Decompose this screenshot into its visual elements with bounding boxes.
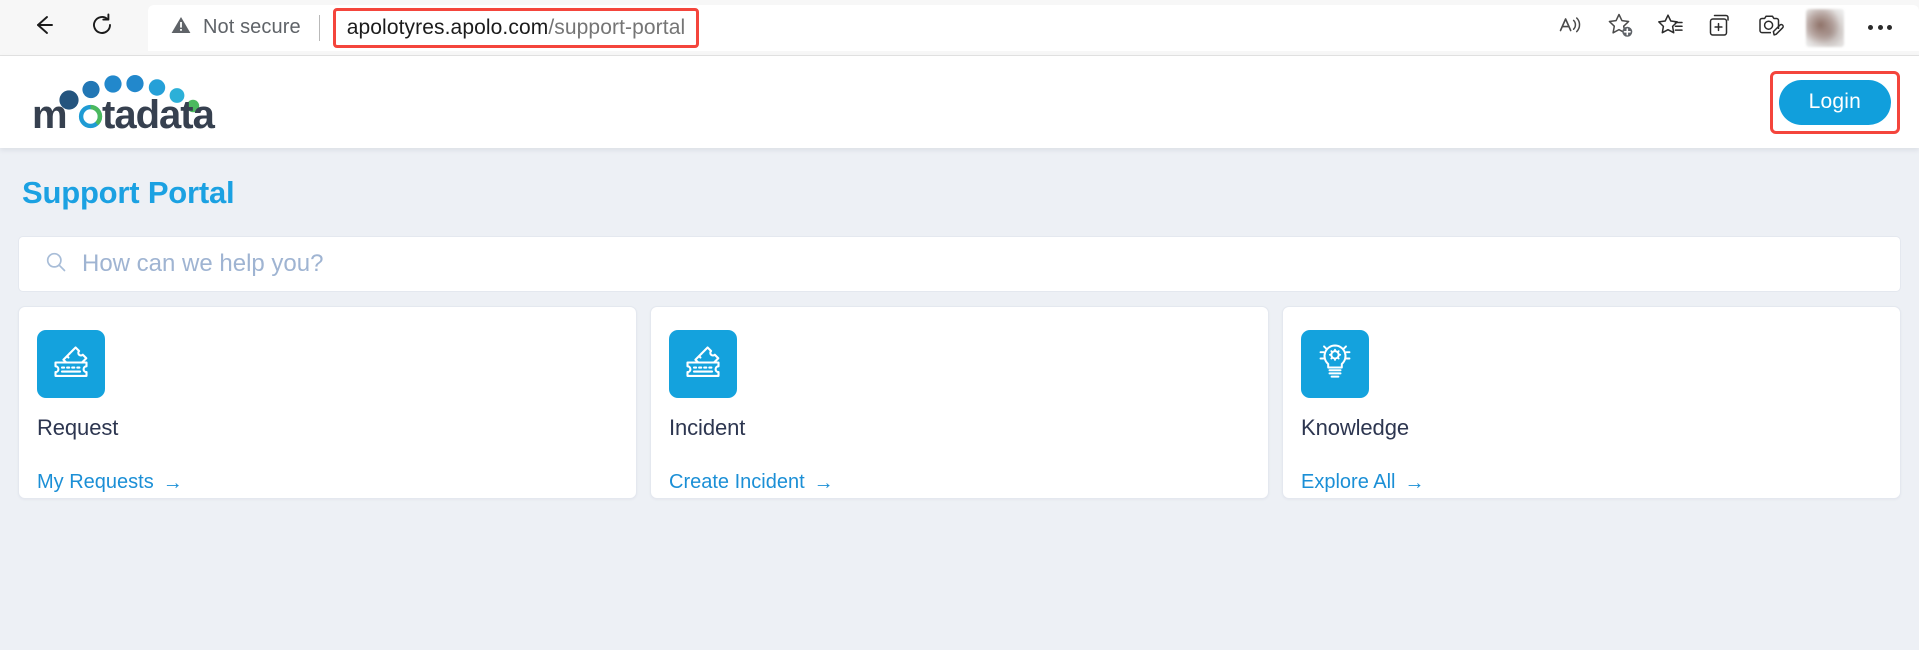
svg-text:tadata: tadata xyxy=(102,93,216,134)
card-title: Knowledge xyxy=(1301,415,1409,440)
card-link-explore-all[interactable]: Explore All → xyxy=(1301,471,1425,494)
arrow-right-icon: → xyxy=(1404,471,1425,494)
browser-toolbar: Not secure apolotyres.apolo.com/support-… xyxy=(0,0,1919,56)
search-input[interactable] xyxy=(82,237,1900,291)
favorites-icon xyxy=(1656,11,1685,45)
favorites-button[interactable] xyxy=(1647,5,1693,51)
site-security-indicator[interactable]: Not secure xyxy=(170,14,301,41)
settings-and-more-icon xyxy=(1868,25,1892,30)
arrow-right-icon: → xyxy=(162,471,183,494)
request-icon-tile xyxy=(37,330,105,398)
url-path: /support-portal xyxy=(548,15,686,39)
reload-button[interactable] xyxy=(80,6,124,50)
card-title: Incident xyxy=(669,415,746,440)
collections-button[interactable] xyxy=(1697,5,1743,51)
browser-actions xyxy=(1547,5,1919,51)
card-request[interactable]: Request My Requests → xyxy=(18,306,637,499)
add-favorite-button[interactable] xyxy=(1597,5,1643,51)
security-label: Not secure xyxy=(203,16,301,38)
card-link-label: My Requests xyxy=(37,471,154,493)
page-title: Support Portal xyxy=(22,175,235,210)
screenshot-button[interactable] xyxy=(1747,5,1793,51)
read-aloud-icon xyxy=(1557,12,1584,44)
incident-icon-tile xyxy=(669,330,737,398)
warning-triangle-icon xyxy=(170,14,192,41)
svg-text:m: m xyxy=(32,93,67,134)
card-link-label: Create Incident xyxy=(669,471,805,493)
card-knowledge[interactable]: Knowledge Explore All → xyxy=(1282,306,1901,499)
reload-icon xyxy=(89,12,115,43)
back-arrow-icon xyxy=(31,12,57,43)
address-bar[interactable]: Not secure apolotyres.apolo.com/support-… xyxy=(148,4,1919,51)
arrow-right-icon: → xyxy=(813,471,834,494)
card-link-my-requests[interactable]: My Requests → xyxy=(37,471,183,494)
login-annotation: Login xyxy=(1769,70,1901,134)
card-link-create-incident[interactable]: Create Incident → xyxy=(669,471,834,494)
login-button[interactable]: Login xyxy=(1778,79,1891,125)
settings-and-more-button[interactable] xyxy=(1857,5,1903,51)
read-aloud-button[interactable] xyxy=(1547,5,1593,51)
profile-avatar[interactable] xyxy=(1806,8,1844,47)
omnibox-divider xyxy=(318,14,320,41)
url-text-field[interactable]: apolotyres.apolo.com/support-portal xyxy=(332,7,700,48)
motadata-logo[interactable]: m tadata xyxy=(32,70,228,134)
add-favorite-icon xyxy=(1606,11,1635,45)
search-icon xyxy=(45,251,67,278)
support-portal-page: Support Portal How can we help you? Requ… xyxy=(0,148,1919,650)
screenshot-icon xyxy=(1756,11,1785,45)
back-button[interactable] xyxy=(22,6,66,50)
knowledge-icon-tile xyxy=(1301,330,1369,398)
collections-icon xyxy=(1706,11,1735,45)
url-domain: apolotyres.apolo.com xyxy=(346,15,549,39)
site-header: m tadata Login xyxy=(0,56,1919,148)
motadata-logo-mark: m tadata xyxy=(32,75,217,134)
card-link-label: Explore All xyxy=(1301,471,1396,493)
card-title: Request xyxy=(37,415,119,440)
ticket-icon xyxy=(49,340,93,389)
card-incident[interactable]: Incident Create Incident → xyxy=(650,306,1269,499)
quick-action-cards: Request My Requests → Incident Create In… xyxy=(18,306,1901,499)
ticket-icon xyxy=(681,340,725,389)
search-bar[interactable] xyxy=(18,236,1901,292)
lightbulb-gear-icon xyxy=(1313,340,1357,389)
